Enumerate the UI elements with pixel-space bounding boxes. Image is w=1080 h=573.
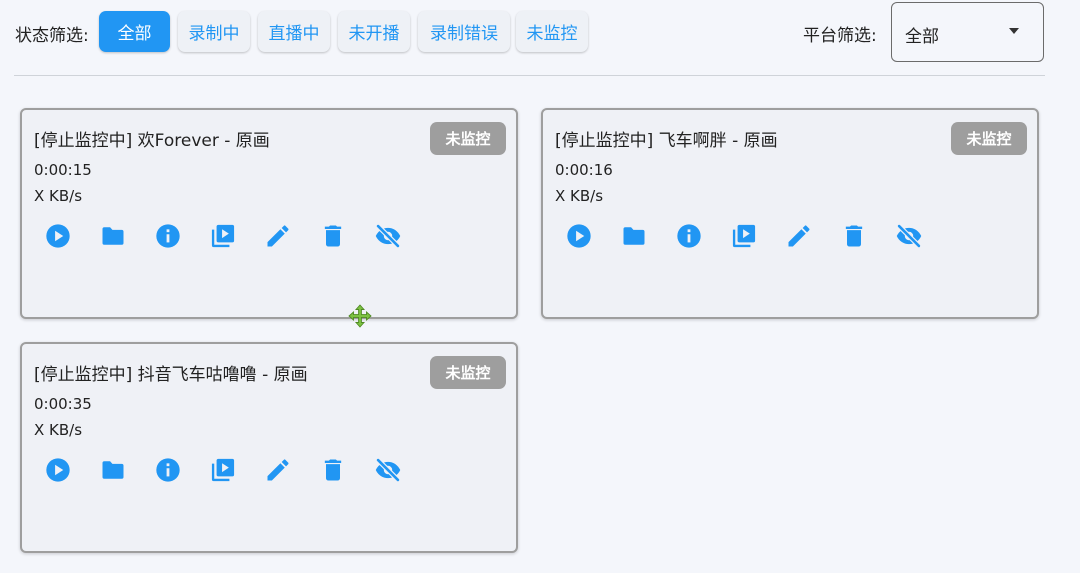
play-button[interactable] (42, 454, 74, 486)
info-button[interactable] (152, 454, 184, 486)
stream-card: [停止监控中] 欢Forever - 原画 未监控 0:00:15 X KB/s (20, 108, 518, 319)
folder-button[interactable] (618, 220, 650, 252)
delete-button[interactable] (838, 220, 870, 252)
edit-button[interactable] (783, 220, 815, 252)
move-cursor-icon (348, 304, 372, 328)
stream-card: [停止监控中] 抖音飞车咕噜噜 - 原画 未监控 0:00:35 X KB/s (20, 342, 518, 553)
video-library-button[interactable] (207, 454, 239, 486)
visibility-off-icon (375, 223, 401, 249)
card-duration: 0:00:15 (34, 161, 92, 179)
status-badge: 未监控 (430, 122, 506, 155)
delete-button[interactable] (317, 220, 349, 252)
play-button[interactable] (563, 220, 595, 252)
folder-button[interactable] (97, 220, 129, 252)
platform-filter-label: 平台筛选: (803, 26, 877, 46)
video-library-button[interactable] (728, 220, 760, 252)
video-library-button[interactable] (207, 220, 239, 252)
play-icon (567, 224, 591, 248)
folder-icon (623, 227, 645, 245)
platform-select[interactable]: 全部 (891, 2, 1044, 62)
visibility-off-button[interactable] (372, 454, 404, 486)
card-speed: X KB/s (555, 187, 604, 205)
chip-record-error[interactable]: 录制错误 (418, 11, 510, 52)
play-button[interactable] (42, 220, 74, 252)
chip-recording[interactable]: 录制中 (178, 11, 250, 52)
visibility-off-button[interactable] (893, 220, 925, 252)
status-badge: 未监控 (951, 122, 1027, 155)
delete-icon (324, 225, 342, 247)
delete-icon (845, 225, 863, 247)
info-icon (677, 224, 701, 248)
card-speed: X KB/s (34, 187, 83, 205)
edit-icon (788, 225, 810, 247)
status-badge: 未监控 (430, 356, 506, 389)
status-filter-label: 状态筛选: (15, 26, 89, 46)
video-library-icon (211, 224, 235, 248)
card-title: [停止监控中] 欢Forever - 原画 (34, 131, 270, 151)
info-button[interactable] (673, 220, 705, 252)
chip-all[interactable]: 全部 (99, 11, 170, 52)
card-speed: X KB/s (34, 421, 83, 439)
edit-button[interactable] (262, 220, 294, 252)
chip-live[interactable]: 直播中 (258, 11, 330, 52)
delete-button[interactable] (317, 454, 349, 486)
edit-icon (267, 225, 289, 247)
chip-offline[interactable]: 未开播 (338, 11, 410, 52)
platform-select-value: 全部 (905, 27, 939, 47)
play-icon (46, 224, 70, 248)
folder-button[interactable] (97, 454, 129, 486)
visibility-off-icon (375, 457, 401, 483)
stream-card: [停止监控中] 飞车啊胖 - 原画 未监控 0:00:16 X KB/s (541, 108, 1039, 319)
card-duration: 0:00:16 (555, 161, 613, 179)
info-icon (156, 224, 180, 248)
dropdown-caret-icon (1009, 28, 1019, 34)
visibility-off-button[interactable] (372, 220, 404, 252)
edit-button[interactable] (262, 454, 294, 486)
folder-icon (102, 227, 124, 245)
play-icon (46, 458, 70, 482)
card-title: [停止监控中] 飞车啊胖 - 原画 (555, 131, 778, 151)
video-library-icon (211, 458, 235, 482)
divider (14, 75, 1045, 76)
card-duration: 0:00:35 (34, 395, 92, 413)
chip-not-monitoring[interactable]: 未监控 (516, 11, 588, 52)
info-button[interactable] (152, 220, 184, 252)
folder-icon (102, 461, 124, 479)
info-icon (156, 458, 180, 482)
video-library-icon (732, 224, 756, 248)
card-title: [停止监控中] 抖音飞车咕噜噜 - 原画 (34, 365, 308, 385)
edit-icon (267, 459, 289, 481)
visibility-off-icon (896, 223, 922, 249)
delete-icon (324, 459, 342, 481)
